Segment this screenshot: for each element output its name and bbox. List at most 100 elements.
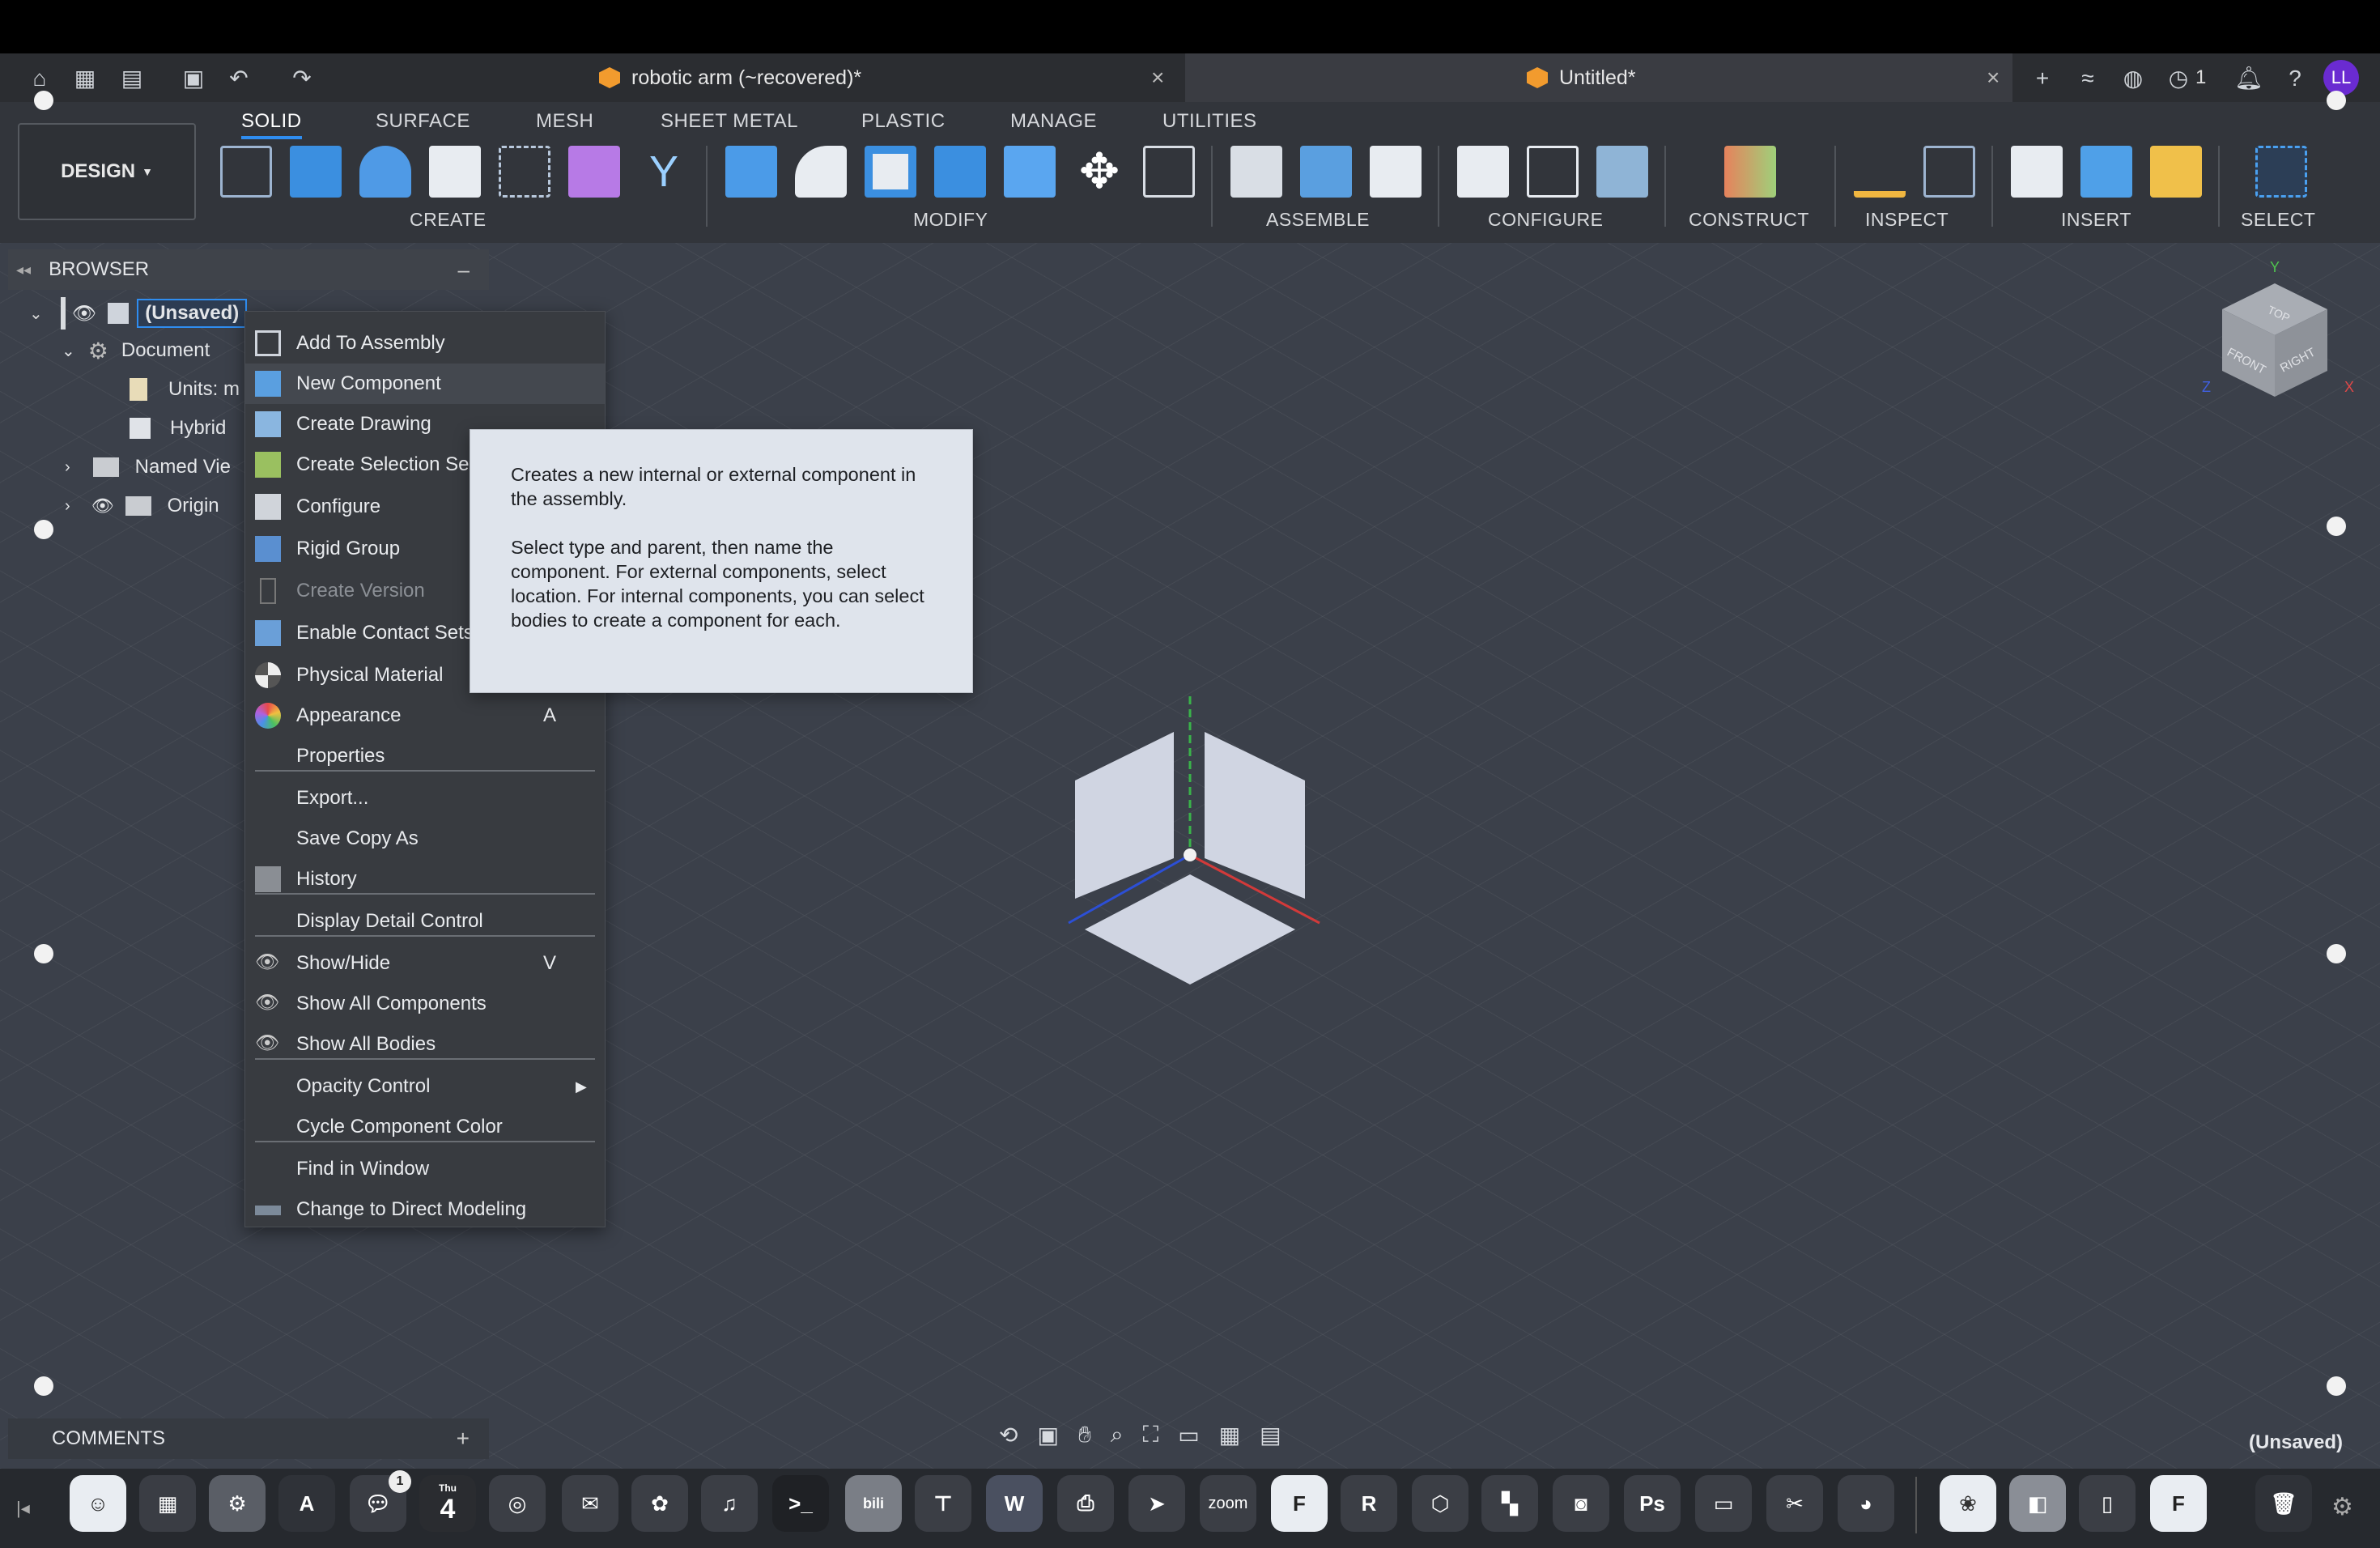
undo-icon[interactable]: ↶ — [225, 65, 253, 92]
resize-handle[interactable] — [34, 520, 53, 539]
resize-handle[interactable] — [2327, 517, 2346, 536]
calendar-icon[interactable]: Thu 4 — [419, 1475, 476, 1532]
tab-surface[interactable]: SURFACE — [376, 110, 470, 133]
browser-root-row[interactable]: ⌄ 👁︎ (Unsaved) — [29, 295, 248, 332]
chevron-right-icon[interactable]: › — [65, 458, 70, 477]
app-grid-icon[interactable]: ▦ — [71, 65, 99, 92]
tab-manage[interactable]: MANAGE — [1010, 110, 1097, 133]
browser-row-hybrid[interactable]: Hybrid — [130, 410, 226, 447]
configure-icon[interactable] — [1457, 146, 1509, 198]
change-parameters-icon[interactable] — [1143, 146, 1195, 198]
browser-row-named-views[interactable]: › Named Vie — [65, 449, 231, 486]
joint-icon[interactable] — [1230, 146, 1282, 198]
video-editor-icon[interactable]: ▭ — [1695, 1475, 1752, 1532]
shell-icon[interactable] — [865, 146, 916, 198]
fit-icon[interactable]: ⛶ — [1143, 1422, 1159, 1448]
grid-icon[interactable]: ▦ — [1219, 1422, 1240, 1448]
orbit-icon[interactable]: ⟲ — [999, 1422, 1018, 1448]
browser-row-units[interactable]: Units: m — [130, 371, 240, 408]
split-body-icon[interactable] — [1004, 146, 1056, 198]
measure-icon[interactable] — [1854, 146, 1906, 198]
menu-item-show-hide[interactable]: 👁︎ Show/Hide V — [245, 943, 605, 984]
chevron-down-icon[interactable]: ⌄ — [62, 341, 75, 361]
dock-collapse-icon[interactable]: |◂ — [16, 1498, 30, 1519]
add-comment-icon[interactable]: + — [457, 1426, 470, 1452]
wechat-icon[interactable]: ◕ — [1838, 1475, 1894, 1532]
insert-derive-icon[interactable] — [2011, 146, 2063, 198]
notion-icon[interactable]: ▚ — [1481, 1475, 1538, 1532]
app-store-icon[interactable]: A — [278, 1475, 335, 1532]
revolve-icon[interactable] — [359, 146, 411, 198]
new-component-icon[interactable] — [568, 146, 620, 198]
resize-handle[interactable] — [34, 91, 53, 110]
photoshop-icon[interactable]: Ps — [1624, 1475, 1681, 1532]
create-sketch-icon[interactable] — [220, 146, 272, 198]
recent-app-icon[interactable]: ❀ — [1940, 1475, 1996, 1532]
viewports-icon[interactable]: ▤ — [1260, 1422, 1281, 1448]
configuration-table-icon[interactable] — [1527, 146, 1579, 198]
system-settings-icon[interactable]: ⚙ — [209, 1475, 266, 1532]
terminal-icon[interactable]: >_ — [772, 1475, 829, 1532]
iphone-mirror-icon[interactable]: ▯ — [2079, 1475, 2136, 1532]
resize-handle[interactable] — [2327, 91, 2346, 110]
insert-mesh-icon[interactable] — [2150, 146, 2202, 198]
chevron-right-icon[interactable]: › — [65, 497, 70, 516]
bilibili-icon[interactable]: bili — [845, 1475, 902, 1532]
keynote-icon[interactable]: ⊤ — [915, 1475, 971, 1532]
tab-untitled[interactable]: Untitled* × — [1185, 53, 2012, 102]
close-tab-icon[interactable]: × — [1151, 65, 1164, 91]
insert-image-icon[interactable] — [2080, 146, 2132, 198]
group-create[interactable]: CREATE — [410, 209, 487, 231]
launchpad-icon[interactable]: ▦ — [139, 1475, 196, 1532]
cursor-app-icon[interactable]: ➤ — [1128, 1475, 1185, 1532]
trash-icon[interactable]: 🗑︎ — [2255, 1475, 2312, 1532]
group-construct[interactable]: CONSTRUCT — [1689, 209, 1809, 231]
printer-icon[interactable]: ⎙ — [1057, 1475, 1114, 1532]
group-configure[interactable]: CONFIGURE — [1488, 209, 1604, 231]
help-icon[interactable]: ? — [2281, 65, 2309, 92]
gear-icon[interactable]: ⚙ — [2331, 1493, 2353, 1521]
model-cube[interactable] — [1052, 696, 1328, 1004]
notifications-icon[interactable]: 🔔︎ — [2234, 65, 2263, 92]
extensions-icon[interactable]: ◍ — [2119, 65, 2147, 92]
theme-table-icon[interactable] — [1596, 146, 1648, 198]
comments-panel-header[interactable]: COMMENTS + — [8, 1418, 489, 1459]
redo-icon[interactable]: ↷ — [288, 65, 316, 92]
menu-item-export[interactable]: Export... — [245, 778, 605, 819]
look-at-icon[interactable]: ▣ — [1037, 1422, 1058, 1448]
origin-point[interactable] — [1184, 848, 1196, 861]
mail-icon[interactable]: ✉ — [562, 1475, 618, 1532]
group-insert[interactable]: INSERT — [2061, 209, 2131, 231]
browser-row-origin[interactable]: › 👁︎ Origin — [65, 487, 219, 525]
fusion-icon[interactable]: F — [1271, 1475, 1328, 1532]
resize-handle[interactable] — [2327, 944, 2346, 963]
menu-item-find-in-window[interactable]: Find in Window — [245, 1149, 605, 1189]
word-icon[interactable]: W — [986, 1475, 1043, 1532]
browser-row-document[interactable]: ⌄ ⚙ Document — [62, 332, 210, 369]
safari-icon[interactable]: ◎ — [489, 1475, 546, 1532]
tab-utilities[interactable]: UTILITIES — [1162, 110, 1257, 133]
display-settings-icon[interactable]: ▭ — [1178, 1422, 1199, 1448]
save-icon[interactable]: ▣ — [180, 65, 207, 92]
branch-icon[interactable]: Y — [638, 146, 690, 198]
group-modify[interactable]: MODIFY — [913, 209, 988, 231]
resize-handle[interactable] — [2327, 1376, 2346, 1396]
messages-icon[interactable]: 💬︎ 1 — [350, 1470, 411, 1532]
section-analysis-icon[interactable] — [1923, 146, 1975, 198]
job-status-icon[interactable]: ◷ — [2165, 65, 2192, 92]
fusion-doc-icon[interactable]: F — [2150, 1475, 2207, 1532]
menu-item-appearance[interactable]: Appearance A — [245, 695, 605, 736]
user-avatar[interactable]: LL — [2323, 60, 2359, 96]
rvc-icon[interactable]: R — [1341, 1475, 1397, 1532]
press-pull-icon[interactable] — [725, 146, 777, 198]
as-built-joint-icon[interactable] — [1300, 146, 1352, 198]
tab-plastic[interactable]: PLASTIC — [861, 110, 946, 133]
pattern-icon[interactable] — [499, 146, 550, 198]
home-icon[interactable]: ⌂ — [26, 65, 53, 92]
tab-mesh[interactable]: MESH — [536, 110, 593, 133]
new-tab-icon[interactable]: + — [2029, 65, 2056, 92]
tab-sheet-metal[interactable]: SHEET METAL — [661, 110, 798, 133]
resize-handle[interactable] — [34, 1376, 53, 1396]
extrude-icon[interactable] — [290, 146, 342, 198]
tab-solid[interactable]: SOLID — [241, 110, 302, 139]
